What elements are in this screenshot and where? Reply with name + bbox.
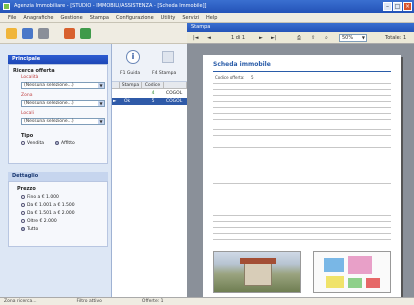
search-icon[interactable]: ⌕ [325, 32, 328, 44]
locali-select[interactable]: (Nessuna selezione...) ▼ [21, 118, 105, 125]
tipo-label: Tipo [21, 133, 34, 139]
total-label: Totale: 1 [385, 35, 407, 41]
vendita-radio[interactable]: Vendita [21, 141, 44, 146]
export-icon[interactable]: ⇪ [311, 32, 315, 44]
chevron-down-icon: ▼ [98, 101, 104, 106]
status-left: Zona ricerca... [4, 299, 37, 304]
main-toolbar [0, 23, 187, 44]
left-search-panel: Principale Ricerca offerta Località (Nes… [0, 44, 112, 297]
doc-title: Scheda immobile [213, 61, 271, 68]
price-radio-5[interactable]: Tutto [21, 227, 38, 232]
window-title: Agenzia Immobiliare - [STUDIO - IMMOBILI… [14, 3, 207, 9]
localita-label: Località [21, 75, 39, 80]
print-icon[interactable] [162, 51, 174, 63]
window-controls: – □ × [383, 2, 412, 11]
chevron-down-icon: ▼ [98, 83, 104, 88]
print-icon[interactable]: ⎙ [297, 32, 301, 44]
status-right: Offerte: 1 [141, 299, 164, 304]
viewer-toolbar: |◄ ◄ 1 di 1 ► ►| ⎙ ⇪ ⌕ 50% ▼ Totale: 1 [187, 32, 414, 44]
app-icon [3, 3, 10, 10]
menu-stampa[interactable]: Stampa [90, 13, 109, 22]
col-name[interactable] [164, 82, 187, 89]
grid-corner [112, 82, 120, 89]
price-radio-1[interactable]: Fino a € 1.000 [21, 195, 59, 200]
window-titlebar: Agenzia Immobiliare - [STUDIO - IMMOBILI… [0, 0, 414, 13]
prev-page-icon[interactable]: ◄ [207, 32, 211, 44]
report-viewer: Stampa |◄ ◄ 1 di 1 ► ►| ⎙ ⇪ ⌕ 50% ▼ Total… [187, 23, 414, 297]
viewer-title: Stampa [187, 23, 414, 32]
report-page: Scheda immobile Codice offerta: 5 [203, 55, 401, 297]
price-radio-2[interactable]: Da € 1.001 a € 1.500 [21, 203, 75, 208]
menu-file[interactable]: File [8, 13, 16, 22]
menu-bar: File Anagrafiche Gestione Stampa Configu… [0, 13, 414, 23]
info-icon[interactable]: i [126, 50, 140, 64]
menu-servizi[interactable]: Servizi [182, 13, 199, 22]
zona-label: Zona [21, 93, 33, 98]
page-indicator: 1 di 1 [231, 35, 246, 41]
status-bar: Zona ricerca... Filtro attivo Offerte: 1 [0, 297, 414, 305]
maximize-button[interactable]: □ [393, 2, 402, 11]
close-button[interactable]: × [403, 2, 412, 11]
menu-gestione[interactable]: Gestione [60, 13, 82, 22]
status-mid: Filtro attivo [76, 299, 102, 304]
save-icon[interactable] [22, 28, 33, 39]
table-row[interactable]: 4 COGOL [112, 90, 187, 97]
principale-box: Ricerca offerta Località (Nessuna selezi… [8, 64, 108, 164]
guida-button[interactable]: F1 Guida [120, 71, 140, 76]
codice-value: 5 [251, 75, 254, 80]
menu-utility[interactable]: Utility [161, 13, 176, 22]
price-radio-4[interactable]: Oltre € 2.000 [21, 219, 57, 224]
settings-icon[interactable] [64, 28, 75, 39]
open-icon[interactable] [6, 28, 17, 39]
results-panel: i F1 Guida F4 Stampa Stampa Codice 4 COG… [112, 44, 187, 297]
results-toolbar: i F1 Guida F4 Stampa [112, 44, 187, 82]
menu-anagrafiche[interactable]: Anagrafiche [23, 13, 53, 22]
zoom-select[interactable]: 50% ▼ [339, 34, 367, 42]
chevron-down-icon: ▼ [361, 35, 365, 40]
next-page-icon[interactable]: ► [259, 32, 263, 44]
menu-help[interactable]: Help [206, 13, 217, 22]
affitto-radio[interactable]: Affitto [55, 141, 75, 146]
table-row-selected[interactable]: ► Ok 5 COGOL [112, 98, 187, 105]
prezzo-label: Prezzo [17, 186, 36, 192]
stampa-button[interactable]: F4 Stampa [152, 71, 176, 76]
locali-label: Locali [21, 111, 34, 116]
dettaglio-header[interactable]: Dettaglio [8, 172, 108, 181]
ricerca-label: Ricerca offerta [13, 68, 55, 74]
codice-label: Codice offerta: [215, 75, 245, 80]
zona-select[interactable]: (Nessuna selezione...) ▼ [21, 100, 105, 107]
row-arrow-icon: ► [113, 99, 117, 104]
minimize-button[interactable]: – [383, 2, 392, 11]
print-icon[interactable] [38, 28, 49, 39]
principale-header[interactable]: Principale [8, 55, 108, 64]
dettaglio-box: Prezzo Fino a € 1.000 Da € 1.001 a € 1.5… [8, 181, 108, 247]
chevron-down-icon: ▼ [98, 119, 104, 124]
menu-configurazione[interactable]: Configurazione [116, 13, 154, 22]
property-photo [213, 251, 301, 293]
localita-select[interactable]: (Nessuna selezione...) ▼ [21, 82, 105, 89]
last-page-icon[interactable]: ►| [271, 32, 277, 44]
col-codice[interactable]: Codice [142, 82, 164, 89]
first-page-icon[interactable]: |◄ [193, 32, 199, 44]
col-stampa[interactable]: Stampa [120, 82, 142, 89]
price-radio-3[interactable]: Da € 1.501 a € 2.000 [21, 211, 75, 216]
user-icon[interactable] [80, 28, 91, 39]
floor-plan [313, 251, 391, 293]
